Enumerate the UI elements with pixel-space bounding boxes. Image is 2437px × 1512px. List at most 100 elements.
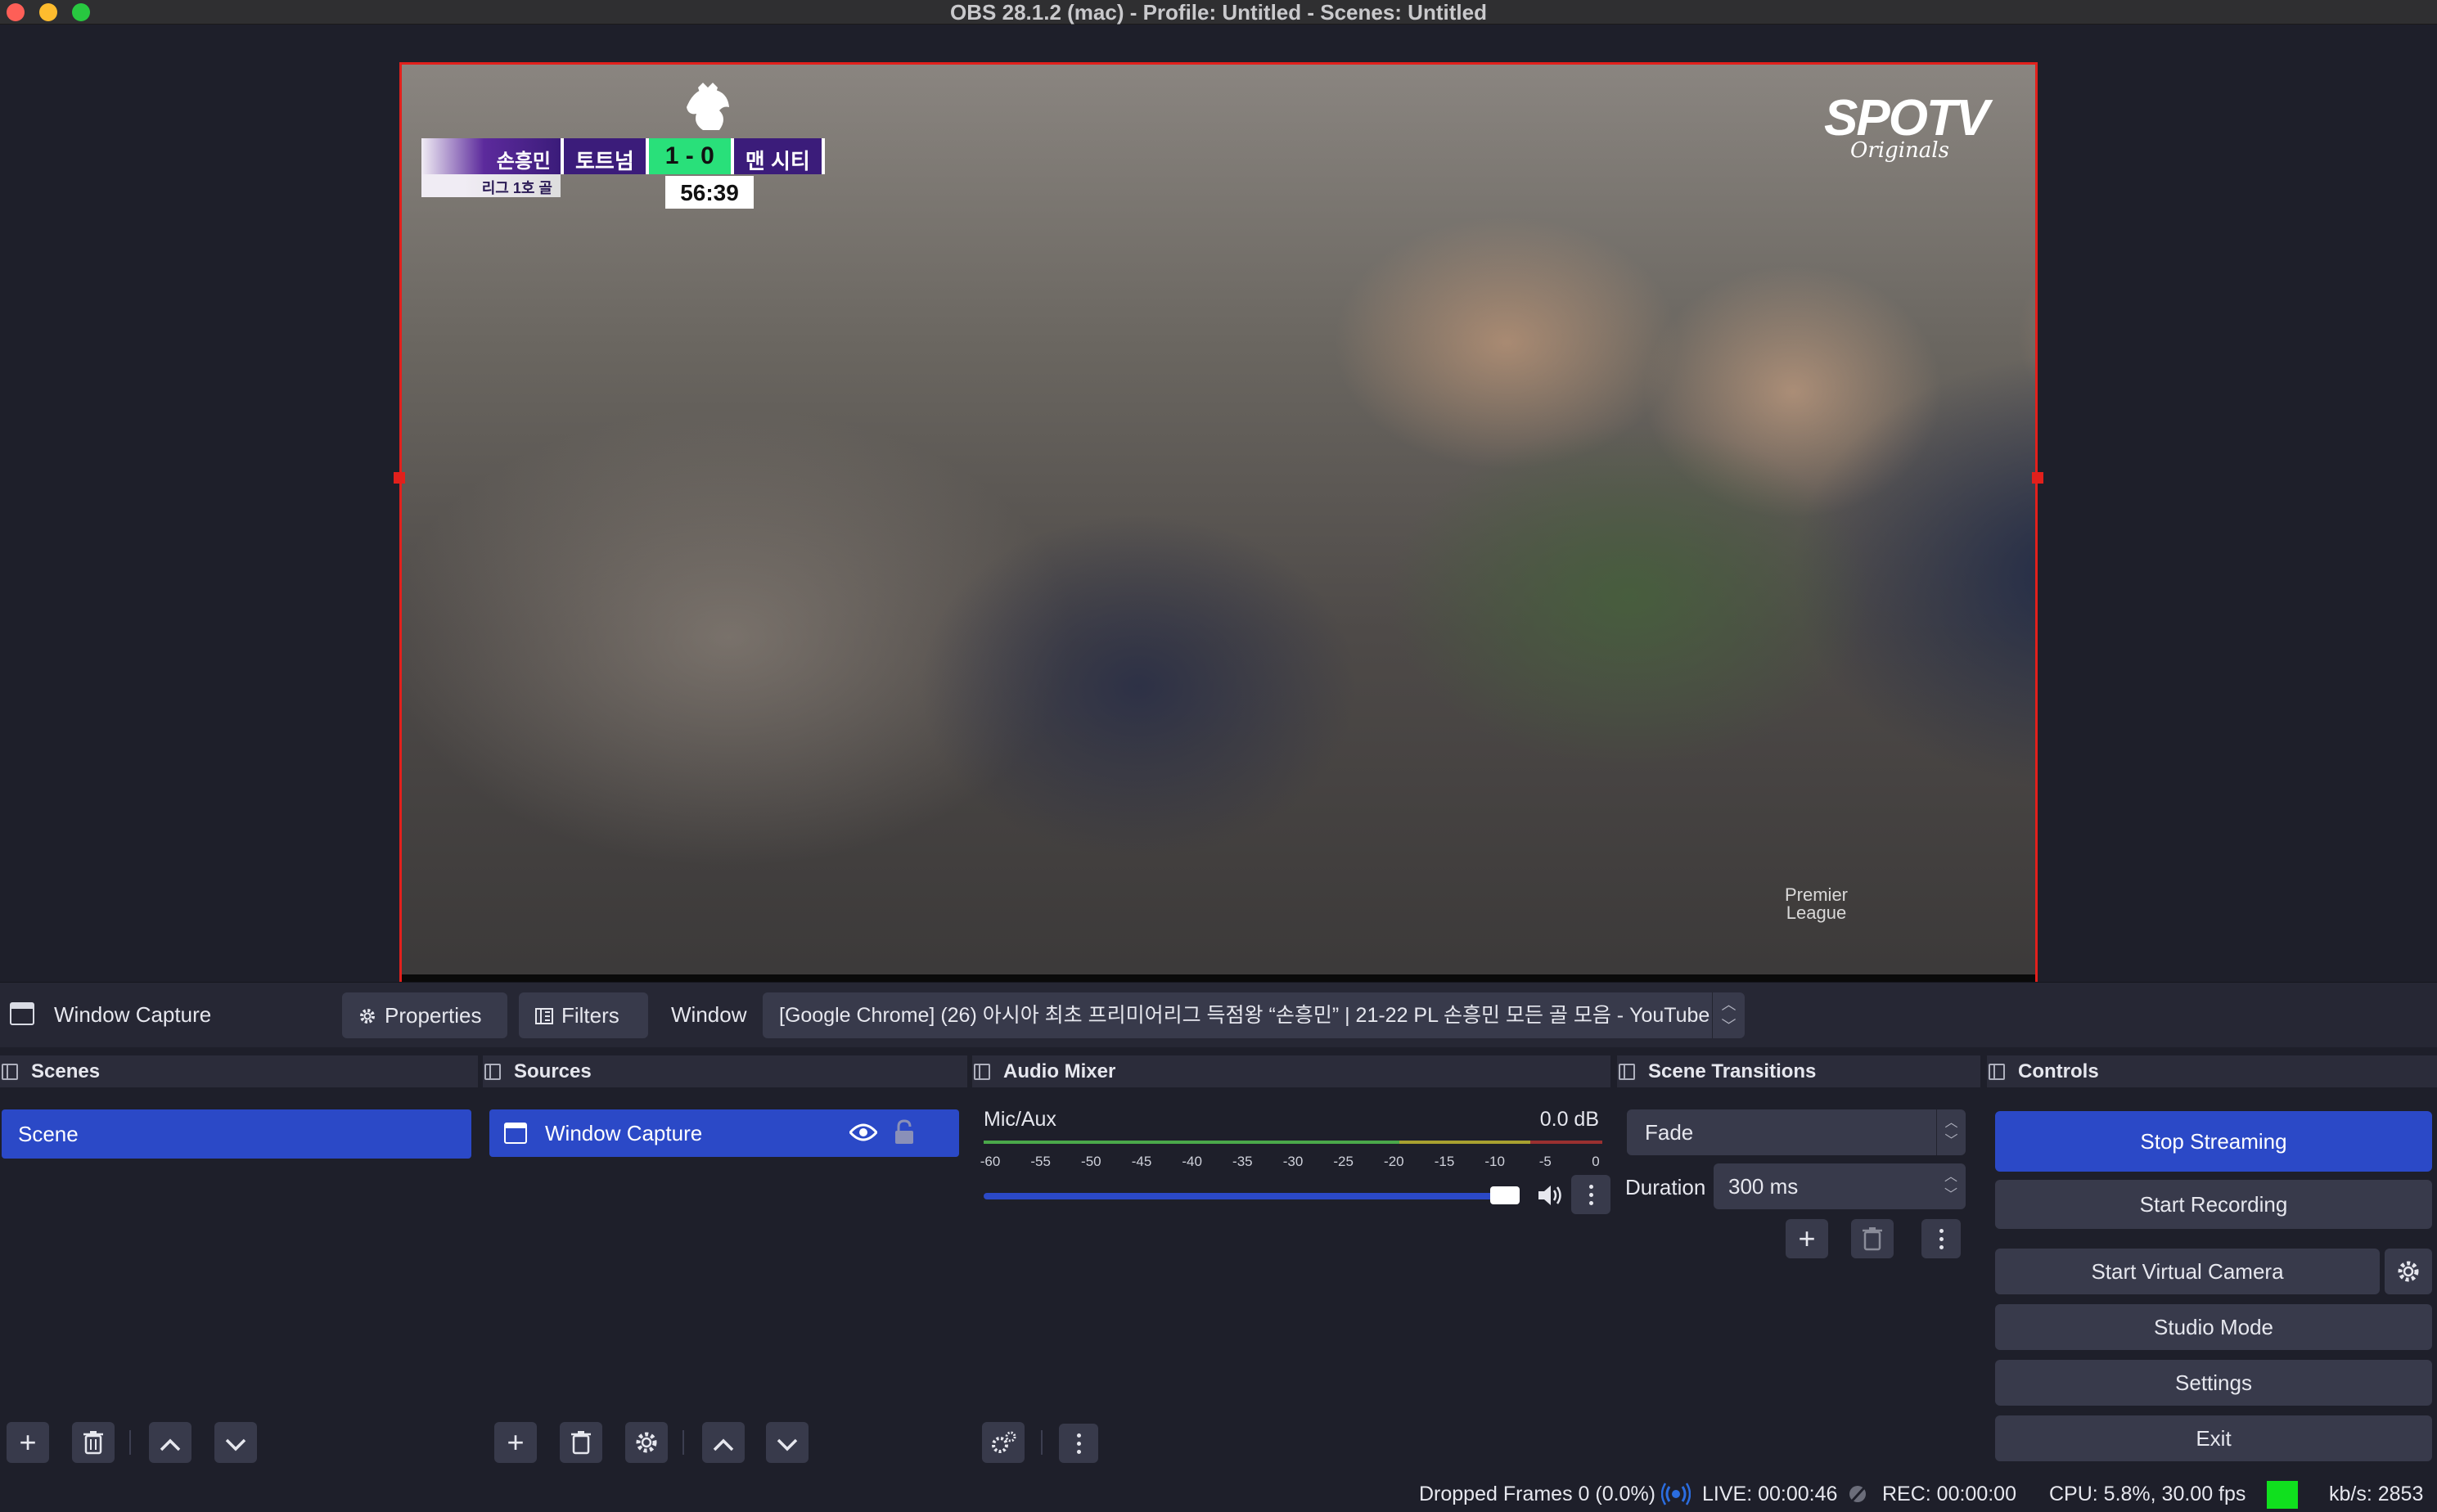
move-scene-up-button[interactable] <box>149 1422 191 1463</box>
window-select[interactable]: [Google Chrome] (26) 아시아 최초 프리미어리그 득점왕 “… <box>763 992 1745 1038</box>
trash-icon <box>83 1431 103 1455</box>
sources-dock-header: Sources <box>483 1055 967 1088</box>
meter-scale-label: -45 <box>1131 1154 1152 1169</box>
scene-transitions-title: Scene Transitions <box>1648 1060 1817 1082</box>
window-title: OBS 28.1.2 (mac) - Profile: Untitled - S… <box>950 0 1487 25</box>
transition-menu-button[interactable] <box>1921 1219 1961 1258</box>
meter-scale-label: -55 <box>1030 1154 1051 1169</box>
plus-icon: + <box>507 1425 525 1459</box>
live-timer: LIVE: 00:00:46 <box>1702 1483 1838 1505</box>
speaker-icon[interactable] <box>1537 1183 1565 1208</box>
lock-icon[interactable] <box>892 1119 917 1145</box>
add-transition-button[interactable]: + <box>1786 1219 1828 1258</box>
studio-mode-button[interactable]: Studio Mode <box>1995 1304 2432 1350</box>
move-scene-down-button[interactable] <box>214 1422 257 1463</box>
controls-dock: Controls Stop Streaming Start Recording … <box>1987 1055 2437 1471</box>
scenes-toolbar: + <box>0 1414 478 1471</box>
remove-source-button[interactable] <box>560 1422 602 1463</box>
duration-input[interactable]: 300 ms ︿ ﹀ <box>1714 1163 1966 1209</box>
start-virtual-camera-button[interactable]: Start Virtual Camera <box>1995 1249 2380 1294</box>
scoreboard: 손흥민 토트넘 1 - 0 맨 시티 <box>421 138 825 174</box>
move-source-up-button[interactable] <box>702 1422 745 1463</box>
meter-scale-label: -35 <box>1232 1154 1253 1169</box>
plus-icon: + <box>19 1425 37 1459</box>
rec-timer: REC: 00:00:00 <box>1882 1483 2016 1505</box>
virtual-camera-settings-button[interactable] <box>2385 1249 2432 1294</box>
remove-transition-button[interactable] <box>1851 1219 1894 1258</box>
scenes-dock: Scenes Scene + <box>0 1055 478 1471</box>
chevron-updown-icon: ︿ ﹀ <box>1712 992 1745 1038</box>
gear-icon <box>360 1009 375 1024</box>
chevron-up-icon <box>160 1438 181 1451</box>
remove-scene-button[interactable] <box>72 1422 115 1463</box>
eye-icon[interactable] <box>849 1123 877 1142</box>
meter-scale-label: -60 <box>980 1154 1001 1169</box>
gears-icon <box>992 1431 1016 1453</box>
move-source-down-button[interactable] <box>766 1422 809 1463</box>
gear-icon <box>636 1432 657 1453</box>
source-properties-button[interactable] <box>625 1422 668 1463</box>
window-capture-icon <box>504 1123 527 1144</box>
dock-float-icon[interactable] <box>2 1064 18 1080</box>
exit-button[interactable]: Exit <box>1995 1415 2432 1461</box>
meter-scale-label: -50 <box>1081 1154 1101 1169</box>
dock-float-icon[interactable] <box>974 1064 990 1080</box>
start-recording-button[interactable]: Start Recording <box>1995 1180 2432 1229</box>
broadcaster-logo-sub: Originals <box>1850 138 1949 163</box>
dock-float-icon[interactable] <box>1989 1064 2005 1080</box>
scoreboard-clock: 56:39 <box>665 176 754 209</box>
advanced-audio-properties-button[interactable] <box>982 1422 1025 1463</box>
window-capture-icon <box>10 1002 34 1025</box>
scenes-dock-header: Scenes <box>0 1055 478 1088</box>
preview-area[interactable]: 손흥민 토트넘 1 - 0 맨 시티 리그 1호 골 56:39 SPOTV O… <box>0 25 2437 1011</box>
scoreboard-player: 손흥민 <box>421 138 561 174</box>
scoreboard-score: 1 - 0 <box>645 138 731 174</box>
trash-icon <box>1863 1227 1882 1251</box>
title-bar: OBS 28.1.2 (mac) - Profile: Untitled - S… <box>0 0 2437 25</box>
scenes-title: Scenes <box>31 1060 101 1082</box>
meter-scale-label: -25 <box>1333 1154 1354 1169</box>
properties-button[interactable]: Properties <box>342 992 507 1038</box>
audio-mixer-toolbar <box>972 1414 1610 1471</box>
volume-slider[interactable] <box>984 1193 1516 1199</box>
record-inactive-icon <box>1848 1483 1869 1505</box>
transition-select[interactable]: Fade ︿ ﹀ <box>1627 1109 1966 1155</box>
premier-league-lion-icon <box>687 83 729 130</box>
scoreboard-home-team: 토트넘 <box>561 138 646 174</box>
transform-handle-left[interactable] <box>394 472 405 484</box>
dock-float-icon[interactable] <box>1619 1064 1635 1080</box>
selected-source-name: Window Capture <box>54 1002 212 1027</box>
mixer-menu-button[interactable] <box>1059 1424 1098 1463</box>
audio-mixer-dock: Audio Mixer Mic/Aux 0.0 dB -60 -55 -50 -45-… <box>972 1055 1610 1471</box>
volume-slider-handle[interactable] <box>1490 1186 1520 1204</box>
window-select-value: [Google Chrome] (26) 아시아 최초 프리미어리그 득점왕 “… <box>779 1004 1710 1027</box>
preview-canvas[interactable]: 손흥민 토트넘 1 - 0 맨 시티 리그 1호 골 56:39 SPOTV O… <box>399 62 2038 1011</box>
plus-icon: + <box>1798 1222 1816 1255</box>
filters-button[interactable]: Filters <box>519 992 648 1038</box>
sources-toolbar: + <box>483 1414 967 1471</box>
meter-scale-label: -20 <box>1384 1154 1404 1169</box>
scene-list-item[interactable]: Scene <box>2 1109 471 1159</box>
broadcast-icon <box>1661 1483 1691 1505</box>
stop-streaming-button[interactable]: Stop Streaming <box>1995 1111 2432 1172</box>
filters-icon <box>535 1008 553 1024</box>
dock-float-icon[interactable] <box>484 1064 501 1080</box>
chevron-up-icon <box>713 1438 734 1451</box>
scoreboard-player-sub: 리그 1호 골 <box>421 174 561 197</box>
transition-select-value: Fade <box>1645 1120 1694 1145</box>
mixer-channel-menu-button[interactable] <box>1571 1175 1610 1214</box>
trash-icon <box>571 1431 591 1455</box>
source-list-item[interactable]: Window Capture <box>489 1109 959 1157</box>
window-label: Window <box>671 1002 747 1027</box>
properties-label: Properties <box>385 1003 482 1028</box>
toolbar-separator <box>682 1430 684 1455</box>
duration-value: 300 ms <box>1728 1174 1799 1199</box>
add-scene-button[interactable]: + <box>7 1422 49 1463</box>
chevron-down-icon <box>225 1438 246 1451</box>
add-source-button[interactable]: + <box>494 1422 537 1463</box>
scene-transitions-dock-header: Scene Transitions <box>1617 1055 1980 1088</box>
transform-handle-right[interactable] <box>2032 472 2043 484</box>
audio-mixer-dock-header: Audio Mixer <box>972 1055 1610 1088</box>
settings-button[interactable]: Settings <box>1995 1360 2432 1406</box>
stepper-icon[interactable]: ︿ ﹀ <box>1936 1163 1966 1209</box>
